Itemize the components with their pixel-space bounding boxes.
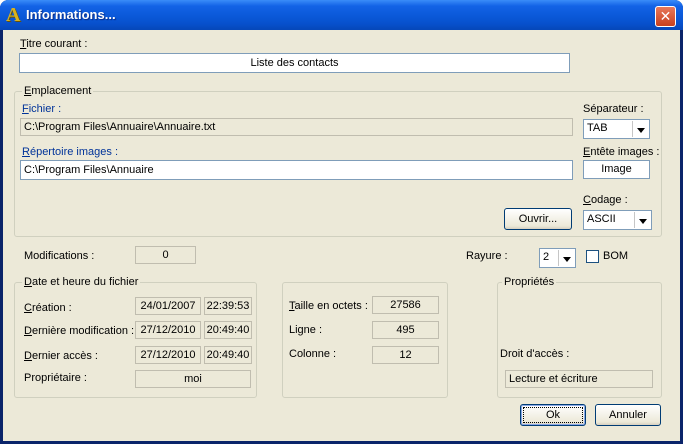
bom-label: BOM <box>603 250 629 262</box>
taille-octets-label: Taille en octets : <box>289 300 368 312</box>
creation-date: 24/01/2007 <box>135 297 201 315</box>
close-button[interactable]: ✕ <box>655 6 676 27</box>
ok-button-label: Ok <box>545 409 561 421</box>
derniere-modification-label: Dernière modification : <box>24 325 135 337</box>
fichier-value: C:\Program Files\Annuaire\Annuaire.txt <box>20 118 573 136</box>
fichier-label[interactable]: Fichier : <box>22 103 61 115</box>
annuler-button[interactable]: Annuler <box>595 404 661 426</box>
chevron-down-icon[interactable] <box>632 121 648 137</box>
codage-label: Codage : <box>583 194 628 206</box>
titre-courant-input[interactable]: Liste des contacts <box>19 53 570 73</box>
repertoire-images-label[interactable]: Répertoire images : <box>22 146 118 158</box>
colonne-label: Colonne : <box>289 348 337 360</box>
acces-date: 27/12/2010 <box>135 346 201 364</box>
colonne-value: 12 <box>372 346 439 364</box>
dialog-client-area: Titre courant : Liste des contacts Empla… <box>3 30 680 441</box>
ouvrir-button-label: Ouvrir... <box>518 213 558 225</box>
separateur-select[interactable]: TAB <box>583 119 650 139</box>
chevron-down-icon[interactable] <box>634 212 650 228</box>
dernier-acces-label: Dernier accès : <box>24 350 98 362</box>
modifications-label: Modifications : <box>24 250 95 262</box>
ok-button[interactable]: Ok <box>520 404 586 426</box>
entete-images-input[interactable]: Image <box>583 160 650 179</box>
rayure-value: 2 <box>543 251 550 263</box>
annuler-button-label: Annuler <box>609 409 647 421</box>
app-logo-icon: A <box>6 4 21 26</box>
separateur-value: TAB <box>587 122 608 134</box>
separateur-label: Séparateur : <box>583 103 644 115</box>
entete-images-label: Entête images : <box>583 146 660 158</box>
ligne-label: Ligne : <box>289 324 323 336</box>
chevron-down-icon[interactable] <box>558 250 574 266</box>
modification-time: 20:49:40 <box>204 321 252 339</box>
proprietaire-label: Propriétaire : <box>24 372 87 384</box>
proprietaire-value: moi <box>135 370 251 388</box>
droit-acces-value: Lecture et écriture <box>505 370 653 388</box>
title-bar[interactable]: A Informations... ✕ <box>0 0 683 30</box>
date-heure-group-label: Date et heure du fichier <box>22 276 141 288</box>
proprietes-group-label: Propriétés <box>502 276 557 288</box>
rayure-select[interactable]: 2 <box>539 248 576 268</box>
ligne-value: 495 <box>372 321 439 339</box>
acces-time: 20:49:40 <box>204 346 252 364</box>
creation-time: 22:39:53 <box>204 297 252 315</box>
ouvrir-button[interactable]: Ouvrir... <box>504 208 572 230</box>
repertoire-images-input[interactable]: C:\Program Files\Annuaire <box>20 160 573 180</box>
modification-date: 27/12/2010 <box>135 321 201 339</box>
modifications-value: 0 <box>135 246 196 264</box>
codage-value: ASCII <box>587 213 616 225</box>
titre-courant-label: Titre courant : <box>20 38 88 50</box>
close-icon: ✕ <box>659 8 672 24</box>
window-title: Informations... <box>26 7 116 22</box>
creation-label: Création : <box>24 302 72 314</box>
emplacement-group-label: Emplacement <box>22 85 94 97</box>
dialog-window: A Informations... ✕ Titre courant : List… <box>0 0 683 444</box>
rayure-label: Rayure : <box>466 250 508 262</box>
codage-select[interactable]: ASCII <box>583 210 652 230</box>
bom-checkbox[interactable] <box>586 250 599 263</box>
taille-octets-value: 27586 <box>372 296 439 314</box>
droit-acces-label: Droit d'accès : <box>500 348 570 360</box>
